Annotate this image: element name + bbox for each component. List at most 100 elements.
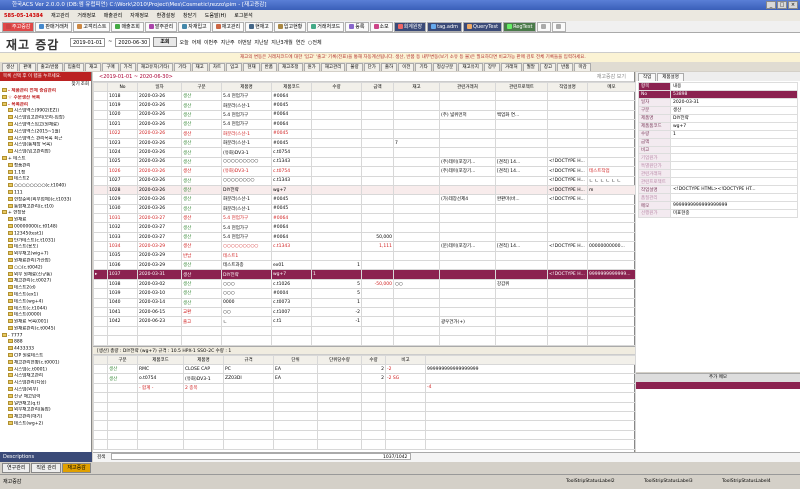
tree-item[interactable]: 외부 원재료(신규통) [2,271,91,279]
table-row[interactable]: 1040 2020-03-14 생산 0000 c.t0073 1 [93,297,636,309]
tree-item[interactable]: 시스템엑스(9902(EZ)) [2,108,91,115]
filter-last-week[interactable]: 지난주 [221,39,235,46]
tree-item[interactable]: - 7777 [2,332,91,340]
table-row[interactable]: 1036 2020-03-29 생산 테스트과종 ex01 1 [93,260,636,271]
lookup-button[interactable]: 조회 [81,81,89,88]
table-row[interactable]: 1042 2020-06-23 출고 ㄴ c.t1 -1 광우건가(+) [93,316,636,327]
descriptions-panel[interactable]: Descriptions [0,452,92,462]
bom-column-header[interactable]: 비고 [385,355,426,365]
sub-tab[interactable]: 단가 [363,63,380,71]
range-view-link[interactable]: 재고증감 보기 [597,72,626,82]
table-row[interactable]: 1032 2020-03-27 생산 5.4 현업가구 #0064 [93,222,636,233]
tab-work[interactable]: 작업 [638,73,657,81]
tree-item[interactable]: 테스트(c.t1044) [2,305,91,313]
tree-item[interactable]: - 목록관리 [2,101,91,109]
tree-item[interactable]: 테스트(0000) [2,312,91,319]
toolbar-button[interactable]: 자재입고 [178,21,211,32]
tree-item[interactable]: 시스템(외부) [2,387,91,394]
bom-row[interactable]: 생산 RMC CLOSE CAP PC EA 2 -2 999999999999999999 [93,363,636,375]
toolbar-button[interactable]: 판매거래처 [35,21,73,32]
property-row[interactable]: 제품품코드 wg+7 [638,121,798,131]
table-row[interactable]: 1019 2020-03-26 생산 화분라(스산-1 #0045 [93,100,636,111]
table-row[interactable]: 1038 2020-03-02 생산 ○○○ c.t1026 5 -50,000 ○○ 강갑위 [93,278,636,290]
tree-item[interactable]: ○○○○○○○○(c.t1040) [2,183,91,190]
close-button[interactable]: × [788,1,798,9]
bom-column-header[interactable]: 규격 [223,355,274,365]
toolbar-button[interactable]: QueryTest [463,21,503,32]
query-button[interactable]: 조회 [153,37,177,47]
sub-tab[interactable]: 마감 [574,63,591,71]
toolbar-button[interactable]: 고객리스트 [73,21,111,32]
toolbar-button[interactable] [537,21,552,32]
tree-item[interactable]: ☆ 주문생산 목록 [2,94,91,102]
table-row[interactable]: ▸ 1037 2020-03-31 생산 DIY전략 wg+7 1 <!DOCTYPE H..… [93,269,636,280]
menu-item[interactable]: 창닫기 [183,12,197,19]
column-header[interactable]: 제품코드 [271,82,312,92]
table-row[interactable]: 1023 2020-03-26 생산 화분라(스산-1 #0045 7 [93,137,636,149]
sub-tab[interactable]: 입고 [226,63,243,71]
table-row[interactable]: 1018 2020-03-26 생산 5.4 현업가구 #0064 [93,90,636,102]
bom-column-header[interactable]: 구분 [107,355,138,365]
search-input[interactable] [110,453,411,460]
tree-item[interactable]: 재고관리현황(c.t0001) [2,359,91,367]
column-header[interactable]: 작업설명 [547,82,588,92]
property-row[interactable]: 관련프로젝트 [638,177,798,187]
tree-item[interactable]: 111 [2,189,91,197]
bom-column-header[interactable]: 수량 [361,355,386,365]
toolbar-button[interactable]: 입고현황 [273,21,307,32]
tree-item[interactable]: + 현장용 [2,210,91,217]
filter-3-months[interactable]: 지난3개월 [271,39,293,46]
tree-item[interactable]: 테스트(wg+4) [2,298,91,306]
property-row[interactable]: 금액 [638,137,798,147]
sub-tab[interactable]: 현재 [243,63,260,71]
filter-this-week[interactable]: 이번주 [204,39,218,46]
tree-item[interactable]: 시스템재고관리 [2,373,91,380]
toolbar-button[interactable]: 회계원장 [393,21,427,32]
tree-item[interactable]: 00000000(c.t0148) [2,223,91,231]
toolbar-button[interactable] [552,21,567,32]
sub-tab[interactable]: 이전 [398,63,415,71]
property-row[interactable]: 비고 [638,145,798,155]
menu-item[interactable]: 거래정보 [77,12,95,19]
tree-item[interactable]: 테스트(ex1) [2,291,91,299]
sub-tab[interactable]: 가격 [119,63,136,71]
table-row[interactable]: 1041 2020-06-15 교환 ○○ c.t1007 -2 [93,306,636,318]
sub-tab[interactable]: 불량 [346,63,363,71]
tree-item[interactable]: 원재료 [2,217,91,224]
tree-item[interactable]: 원재료관리(가산합) [2,257,91,265]
column-header[interactable]: 일자 [137,82,182,92]
property-row[interactable]: 품질관리 [638,193,798,203]
property-row[interactable]: 관련거래처 [638,169,798,179]
column-header[interactable]: 구분 [181,82,222,92]
sub-tab[interactable]: 구매 [102,63,119,71]
filter-this-month[interactable]: 이번달 [238,39,252,46]
table-row[interactable]: 1039 2020-03-10 생산 ○○○ #0004 5 [93,288,636,299]
task-stock-change[interactable]: 재고증감 [62,463,91,473]
sub-tab[interactable]: 창고 [539,63,557,71]
property-row[interactable]: 선행원가 미표현중 [638,209,798,218]
bom-column-header[interactable]: 제품코드 [137,355,184,365]
table-row[interactable]: 1025 2020-03-26 생산 ○○○○○○○○○ c.t1343 (주)데이(포장… [93,156,636,168]
tree-item[interactable]: 시스템(통제장 목록) [2,142,91,149]
menu-item[interactable]: 도움말(H) [205,12,226,19]
toolbar-button[interactable]: 등록 [345,21,369,32]
property-row[interactable]: 특별원단가 [638,161,798,171]
tree-item[interactable]: 신규 재고입력 [2,393,91,401]
property-row[interactable]: 일자 2020-03-31 [638,97,798,107]
tree-item[interactable]: 테스트2 [2,176,91,183]
sub-tab[interactable]: 재고조정 [277,63,303,71]
tree-item[interactable]: 통합재고관리(c.t10) [2,203,91,211]
task-research[interactable]: 연구관리 [2,463,31,473]
tree-item[interactable]: 12345(test1) [2,230,91,238]
toolbar-button[interactable]: 재고관리 [211,21,245,32]
sub-tab[interactable]: 재고관리 [320,63,346,71]
column-header[interactable]: No [107,82,138,92]
sub-tab[interactable]: 기타 [174,63,191,71]
tree-item[interactable]: 원재료 목록(001) [2,319,91,326]
column-header[interactable]: 관련거래처 [439,82,496,92]
tree-item[interactable]: 1.1정 [2,169,91,177]
property-row[interactable]: 제품명 DIY전략 [638,113,798,123]
table-row[interactable]: 1028 2020-03-26 생산 DIY전략 wg+7 <!DOCTYPE H... m [93,184,636,196]
filter-today[interactable]: 오늘 [180,39,189,46]
tree-item[interactable]: 테스트(wg+2) [2,421,91,428]
